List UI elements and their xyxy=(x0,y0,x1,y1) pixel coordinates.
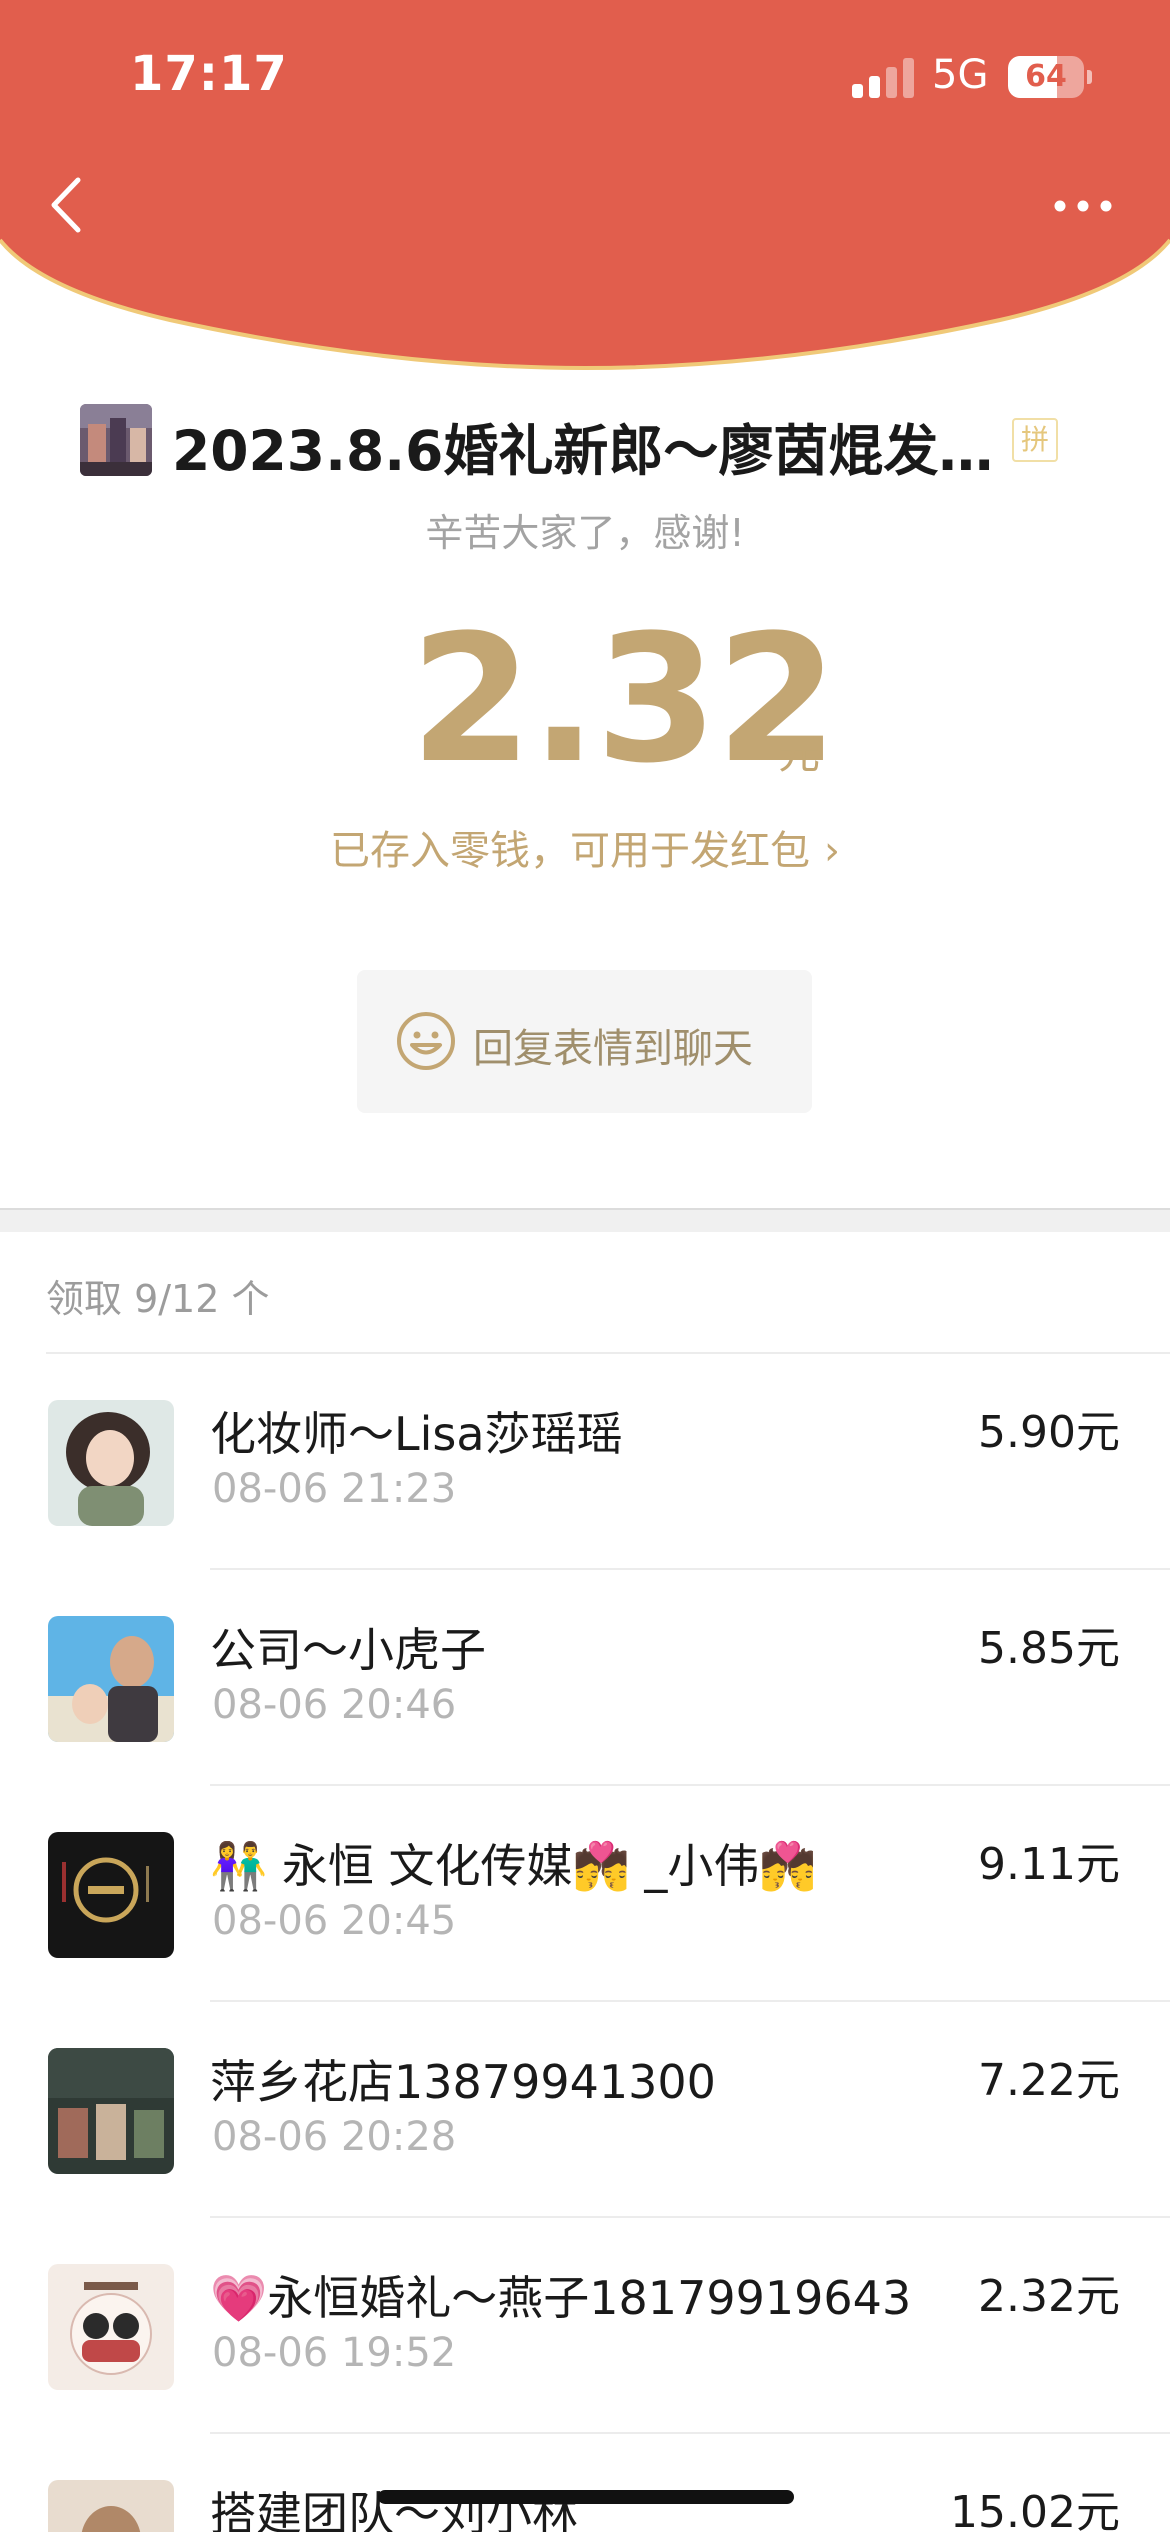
receiver-amount: 5.90元 xyxy=(978,1407,1120,1458)
network-label: 5G xyxy=(932,52,989,98)
chevron-left-icon xyxy=(51,177,81,233)
receiver-avatar xyxy=(48,1400,174,1526)
receiver-row[interactable]: 👫 永恒 文化传媒💏 _小伟💏 08-06 20:45 9.11元 xyxy=(0,1786,1170,2002)
receiver-name: 萍乡花店13879941300 xyxy=(210,2055,716,2109)
receiver-time: 08-06 20:28 xyxy=(212,2114,457,2160)
home-indicator[interactable] xyxy=(378,2490,794,2504)
receiver-row[interactable]: 公司～小虎子 08-06 20:46 5.85元 xyxy=(0,1570,1170,1786)
receiver-time: 08-06 19:52 xyxy=(212,2330,457,2376)
reply-label: 回复表情到聊天 xyxy=(473,1026,753,1072)
more-dots-icon xyxy=(1054,200,1112,212)
amount-row: 2.32 元 xyxy=(0,610,1170,790)
battery-level: 64 xyxy=(1025,59,1067,94)
red-packet-header: 17:17 5G 64 xyxy=(0,0,1170,372)
receiver-name: 公司～小虎子 xyxy=(210,1623,486,1677)
back-button[interactable] xyxy=(40,170,100,240)
sender-avatar[interactable] xyxy=(80,404,152,476)
status-time: 17:17 xyxy=(130,46,288,102)
claimed-count: 领取 9/12 个 xyxy=(46,1277,270,1321)
receiver-name: 💗永恒婚礼～燕子18179919643 xyxy=(210,2271,912,2325)
pin-badge: 拼 xyxy=(1012,418,1058,462)
receiver-time: 08-06 20:45 xyxy=(212,1898,457,1944)
receiver-amount: 5.85元 xyxy=(978,1623,1120,1674)
receiver-row[interactable]: 搭建团队～刘小林 15.02元 xyxy=(0,2434,1170,2532)
blessing-text: 辛苦大家了，感谢! xyxy=(425,511,745,555)
sender-row: 2023.8.6婚礼新郎～廖茵焜发… 拼 xyxy=(80,400,1090,483)
sender-name: 2023.8.6婚礼新郎～廖茵焜发… xyxy=(172,419,994,483)
receiver-amount: 9.11元 xyxy=(978,1839,1120,1890)
receiver-row[interactable]: 💗永恒婚礼～燕子18179919643 08-06 19:52 2.32元 xyxy=(0,2218,1170,2434)
section-divider xyxy=(0,1208,1170,1232)
stored-text: 已存入零钱，可用于发红包 xyxy=(330,828,810,874)
receiver-avatar xyxy=(48,1832,174,1958)
receiver-avatar xyxy=(48,1616,174,1742)
receiver-amount: 7.22元 xyxy=(978,2055,1120,2106)
receiver-avatar xyxy=(48,2480,174,2532)
more-button[interactable] xyxy=(1050,186,1120,226)
receiver-name: 👫 永恒 文化传媒💏 _小伟💏 xyxy=(210,1839,817,1893)
receiver-row[interactable]: 化妆师～Lisa莎瑶瑶 08-06 21:23 5.90元 xyxy=(0,1354,1170,1570)
chevron-right-icon: › xyxy=(824,828,840,874)
receiver-amount: 2.32元 xyxy=(978,2271,1120,2322)
received-amount: 2.32 xyxy=(410,597,838,802)
receiver-name: 搭建团队～刘小林 xyxy=(210,2487,578,2532)
receiver-time: 08-06 20:46 xyxy=(212,1682,457,1728)
smile-icon xyxy=(397,1012,455,1070)
receiver-amount: 15.02元 xyxy=(950,2487,1120,2532)
reply-sticker-button[interactable]: 回复表情到聊天 xyxy=(357,970,812,1113)
amount-unit: 元 xyxy=(778,729,821,778)
receiver-time: 08-06 21:23 xyxy=(212,1466,457,1512)
battery-icon: 64 xyxy=(1008,56,1092,98)
signal-icon xyxy=(852,58,916,98)
red-packet-detail-page: 17:17 5G 64 2023.8.6婚礼新郎～廖茵焜发… 拼 辛苦大家了，感… xyxy=(0,0,1170,2532)
receiver-avatar xyxy=(48,2264,174,2390)
receiver-row[interactable]: 萍乡花店13879941300 08-06 20:28 7.22元 xyxy=(0,2002,1170,2218)
receiver-avatar xyxy=(48,2048,174,2174)
stored-to-change-link[interactable]: 已存入零钱，可用于发红包 › xyxy=(0,818,1170,876)
receiver-name: 化妆师～Lisa莎瑶瑶 xyxy=(210,1407,623,1461)
